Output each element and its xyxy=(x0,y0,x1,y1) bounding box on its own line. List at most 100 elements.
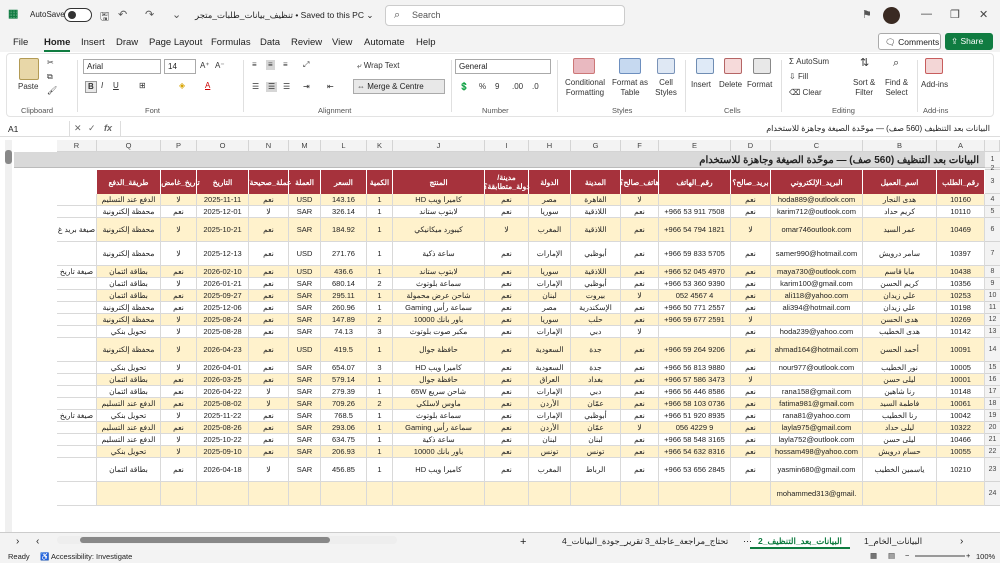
table-cell[interactable]: 634.75 xyxy=(321,434,367,446)
table-cell[interactable]: لابتوب ستاند xyxy=(393,266,485,278)
zoom-slider[interactable] xyxy=(915,555,965,557)
table-cell[interactable]: نعم xyxy=(621,266,659,278)
table-cell[interactable]: 2 xyxy=(367,398,393,410)
table-cell[interactable]: لا xyxy=(161,446,197,458)
table-cell[interactable]: عمّان xyxy=(571,422,621,434)
table-cell[interactable]: الإسكندرية xyxy=(571,302,621,314)
table-cell[interactable]: 10269 xyxy=(937,314,985,326)
tab-more-icon[interactable]: ⋯ xyxy=(735,533,760,549)
align-bottom-icon[interactable]: ≡ xyxy=(283,60,288,70)
table-cell[interactable]: لا xyxy=(161,410,197,422)
tab-automate[interactable]: Automate xyxy=(364,37,405,48)
table-header-cell[interactable]: الدولة xyxy=(529,170,571,194)
table-cell[interactable]: سوريا xyxy=(529,206,571,218)
table-cell[interactable]: لا xyxy=(485,218,529,242)
table-cell[interactable]: نعم xyxy=(249,326,289,338)
outdent-icon[interactable]: ⇤ xyxy=(327,82,334,92)
table-cell[interactable]: لا xyxy=(249,386,289,398)
column-header[interactable]: H xyxy=(529,140,571,152)
row-header[interactable]: 9 xyxy=(985,278,1000,290)
table-cell[interactable]: SAR xyxy=(289,290,321,302)
table-cell[interactable]: 10110 xyxy=(937,206,985,218)
table-cell[interactable]: أبوظبي xyxy=(571,242,621,266)
table-cell[interactable]: 2026-04-23 xyxy=(197,338,249,362)
indent-icon[interactable]: ⇥ xyxy=(303,82,310,92)
row-header[interactable]: 11 xyxy=(985,302,1000,314)
table-cell[interactable]: نعم xyxy=(731,434,771,446)
table-cell[interactable] xyxy=(57,458,97,482)
table-cell[interactable]: 1 xyxy=(367,410,393,422)
number-format-select[interactable]: General xyxy=(455,59,551,74)
table-cell[interactable]: باور بانك 10000 xyxy=(393,314,485,326)
table-cell[interactable]: ali394@hotmail.com xyxy=(771,302,863,314)
tab-home[interactable]: Home xyxy=(44,37,71,52)
find-select-icon[interactable]: ⌕ xyxy=(893,58,899,69)
table-cell[interactable]: SAR xyxy=(289,398,321,410)
table-cell[interactable]: SAR xyxy=(289,326,321,338)
table-cell[interactable]: ساعة ذكية xyxy=(393,242,485,266)
table-cell[interactable]: محفظة إلكترونية xyxy=(97,218,161,242)
table-cell[interactable]: لا xyxy=(731,218,771,242)
table-cell[interactable]: نعم xyxy=(485,278,529,290)
table-cell[interactable]: نعم xyxy=(485,422,529,434)
table-cell[interactable]: ماوس لاسلكي xyxy=(393,398,485,410)
table-cell[interactable]: 184.92 xyxy=(321,218,367,242)
delete-cells-button[interactable]: Delete xyxy=(719,80,742,90)
sort-filter-icon[interactable]: ⇅ xyxy=(860,58,869,69)
table-cell[interactable]: +966 51 920 8935 xyxy=(659,410,731,422)
table-cell[interactable]: بطاقة ائتمان xyxy=(97,386,161,398)
table-cell[interactable]: لا xyxy=(621,326,659,338)
table-cell[interactable] xyxy=(937,482,985,506)
table-cell[interactable]: أبوظبي xyxy=(571,410,621,422)
clear-button[interactable]: ⌫ Clear xyxy=(789,88,822,98)
table-cell[interactable]: SAR xyxy=(289,278,321,290)
table-cell[interactable]: 10091 xyxy=(937,338,985,362)
table-cell[interactable] xyxy=(771,314,863,326)
tab-help[interactable]: Help xyxy=(416,37,436,48)
insert-function-icon[interactable]: fx xyxy=(104,123,112,133)
cancel-icon[interactable]: ✕ xyxy=(74,123,82,134)
addins-icon[interactable] xyxy=(925,58,943,74)
table-cell[interactable]: 2026-04-22 xyxy=(197,386,249,398)
table-cell[interactable]: لا xyxy=(731,314,771,326)
table-cell[interactable]: نعم xyxy=(249,338,289,362)
table-cell[interactable]: نعم xyxy=(621,458,659,482)
table-cell[interactable]: رنا شاهين xyxy=(863,386,937,398)
table-cell[interactable]: لا xyxy=(161,314,197,326)
table-cell[interactable]: الإمارات xyxy=(529,278,571,290)
table-cell[interactable]: لا xyxy=(161,338,197,362)
table-cell[interactable]: الإمارات xyxy=(529,242,571,266)
zoom-in-icon[interactable]: + xyxy=(966,551,970,560)
enter-icon[interactable]: ✓ xyxy=(88,123,96,134)
table-cell[interactable] xyxy=(57,338,97,362)
table-cell[interactable]: hoda239@yahoo.com xyxy=(771,326,863,338)
table-cell[interactable] xyxy=(659,194,731,206)
table-cell[interactable]: 260.96 xyxy=(321,302,367,314)
table-cell[interactable]: نعم xyxy=(485,374,529,386)
table-cell[interactable]: كريم حداد xyxy=(863,206,937,218)
table-cell[interactable]: نعم xyxy=(731,242,771,266)
table-cell[interactable]: الدفع عند التسليم xyxy=(97,434,161,446)
table-cell[interactable]: كاميرا ويب HD xyxy=(393,362,485,374)
table-cell[interactable]: لا xyxy=(161,194,197,206)
table-cell[interactable]: سماعة بلوتوث xyxy=(393,410,485,422)
column-header[interactable]: G xyxy=(571,140,621,152)
table-cell[interactable] xyxy=(57,302,97,314)
format-cells-button[interactable]: Format xyxy=(747,80,772,90)
table-header-cell[interactable]: هاتف_صالح؟ xyxy=(619,170,660,194)
table-cell[interactable]: +966 54 794 1821 xyxy=(659,218,731,242)
format-as-table-icon[interactable] xyxy=(619,58,641,74)
table-cell[interactable]: 1 xyxy=(367,458,393,482)
table-cell[interactable] xyxy=(57,314,97,326)
table-cell[interactable]: نعم xyxy=(621,410,659,422)
table-cell[interactable]: نعم xyxy=(249,362,289,374)
table-cell[interactable]: نعم xyxy=(621,206,659,218)
format-cells-icon[interactable] xyxy=(753,58,771,74)
table-cell[interactable]: حافظة جوال xyxy=(393,338,485,362)
table-cell[interactable]: مايا قاسم xyxy=(863,266,937,278)
avatar[interactable] xyxy=(883,7,900,24)
autosave-toggle[interactable] xyxy=(64,8,92,22)
align-left-icon[interactable]: ☰ xyxy=(252,82,259,92)
table-cell[interactable]: لابتوب ستاند xyxy=(393,206,485,218)
table-cell[interactable]: +966 57 586 3473 xyxy=(659,374,731,386)
